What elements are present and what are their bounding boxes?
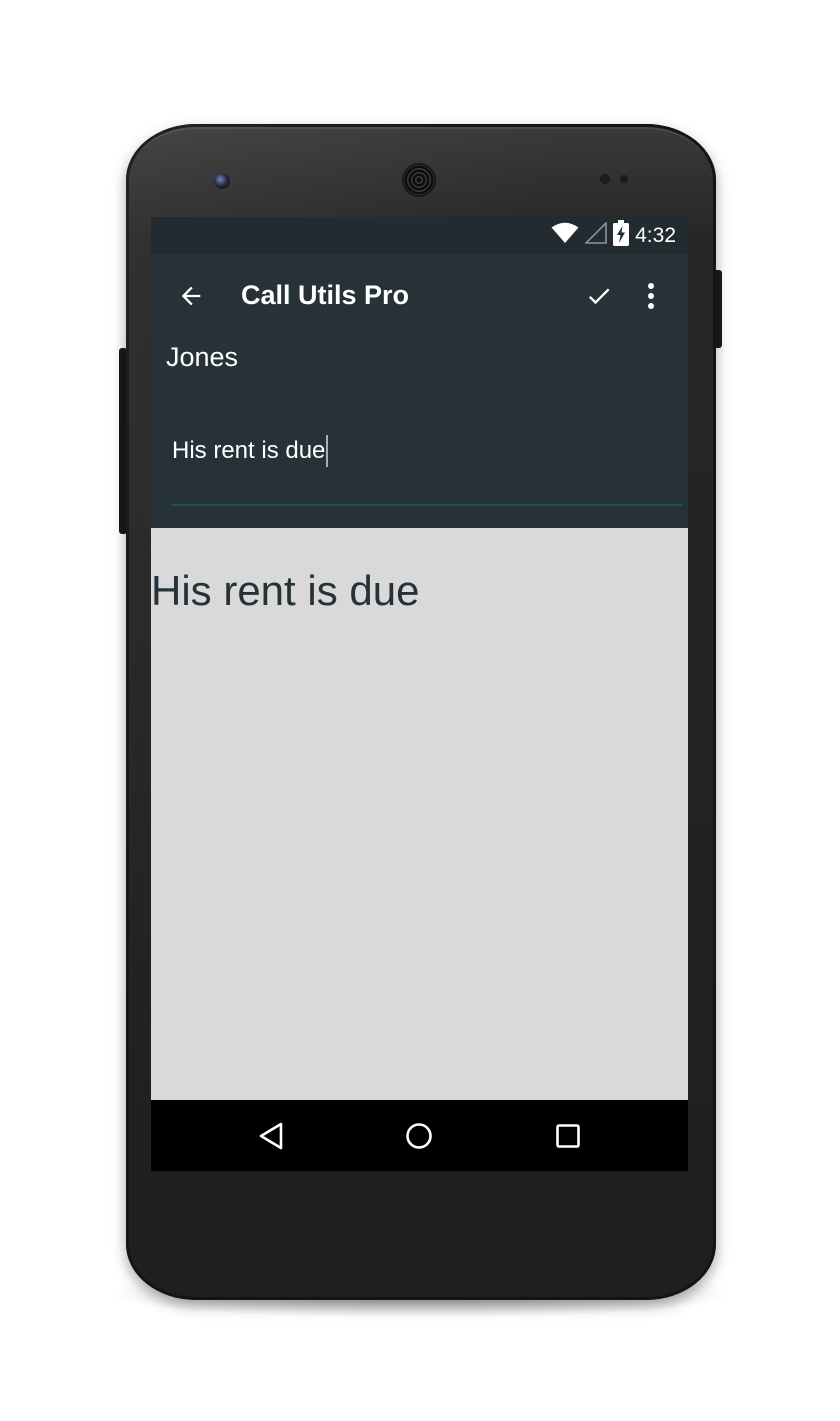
note-input-value: His rent is due (172, 437, 326, 464)
front-camera (214, 173, 230, 189)
status-time: 4:32 (635, 223, 676, 247)
wifi-icon (551, 222, 579, 249)
contact-name: Jones (166, 342, 239, 372)
screen: 4:32 Call Utils Pro Jones His rent is du… (151, 217, 688, 1171)
home-circle-icon (406, 1123, 432, 1149)
note-input-underline (172, 504, 682, 506)
arrow-left-icon (181, 286, 201, 306)
light-sensor (620, 175, 628, 183)
device-mockup: 4:32 Call Utils Pro Jones His rent is du… (0, 0, 840, 1421)
checkmark-icon (588, 288, 610, 305)
app-title: Call Utils Pro (241, 280, 410, 310)
note-input[interactable]: His rent is due (172, 426, 682, 476)
back-button[interactable] (175, 280, 207, 312)
more-vertical-icon (648, 283, 654, 309)
nav-home-button[interactable] (401, 1118, 437, 1154)
nav-recents-button[interactable] (550, 1118, 586, 1154)
navigation-bar (151, 1100, 688, 1171)
overflow-menu-button[interactable] (637, 280, 665, 312)
note-preview-text: His rent is due (151, 567, 420, 614)
app-bar: Call Utils Pro Jones His rent is due (151, 254, 688, 528)
earpiece-speaker (404, 165, 434, 195)
text-cursor (326, 435, 329, 467)
save-button[interactable] (583, 280, 615, 312)
toolbar: Call Utils Pro (151, 254, 688, 338)
proximity-sensor (600, 174, 610, 184)
cell-signal-icon (584, 221, 607, 249)
status-icons (551, 220, 630, 251)
battery-charging-icon (613, 220, 630, 251)
status-bar: 4:32 (151, 217, 688, 254)
nav-back-button[interactable] (253, 1118, 289, 1154)
recents-square-icon (556, 1124, 580, 1148)
back-triangle-icon (259, 1122, 283, 1150)
